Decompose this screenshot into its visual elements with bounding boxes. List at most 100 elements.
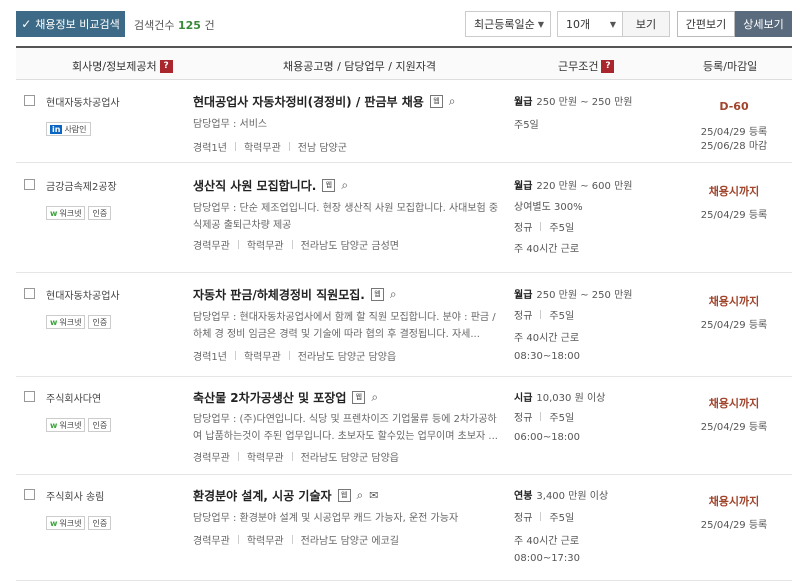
job-qualifications: 경력무관 학력무관 전라남도 담양군 금성면: [193, 237, 399, 252]
company-name[interactable]: 현대자동차공업사: [46, 287, 120, 302]
worknet-icon: w: [50, 518, 58, 528]
job-title-link[interactable]: 현대공업사 자동차정비(경정비) / 판금부 채용: [193, 93, 424, 110]
company-name[interactable]: 금강금속제2공장: [46, 178, 117, 193]
pay-amount: 10,030 원 이상: [536, 393, 606, 404]
qualification-item: 학력무관: [243, 143, 281, 154]
qualification-item: 학력무관: [243, 352, 281, 363]
web-apply-icon[interactable]: 웹: [352, 391, 366, 404]
divider: [540, 412, 542, 421]
worknet-badge[interactable]: w 워크넷: [46, 418, 86, 432]
badge-label: 인증: [92, 208, 108, 218]
qualification-item: 전라남도 담양군 담양읍: [297, 352, 397, 363]
help-icon[interactable]: ?: [159, 59, 173, 73]
job-title-link[interactable]: 환경분야 설계, 시공 기술자: [193, 487, 332, 504]
worknet-badge[interactable]: w 워크넷: [46, 206, 86, 220]
work-condition: 06:00~18:00: [514, 432, 580, 443]
condition-text: 상여별도 300%: [514, 202, 583, 213]
certified-badge[interactable]: 인증: [88, 206, 112, 220]
search-icon[interactable]: ⌕: [357, 488, 364, 503]
condition-text: 주 40시간 근로: [514, 536, 580, 547]
source-badges: w 워크넷 인증: [46, 418, 112, 432]
per-page-select[interactable]: 10개 ▼: [557, 11, 623, 37]
badge-label: 사람인: [64, 124, 87, 134]
badge-label: 인증: [92, 317, 108, 327]
badge-label: 워크넷: [59, 208, 82, 218]
condition-text: 주 40시간 근로: [514, 244, 580, 255]
source-badges: w 워크넷 인증: [46, 206, 112, 220]
company-name[interactable]: 주식회사다연: [46, 390, 101, 405]
search-icon[interactable]: ⌕: [341, 178, 348, 193]
condition-item: 주5일: [549, 513, 575, 524]
pay-amount: 250 만원 ~ 250 만원: [536, 290, 633, 301]
qualification-item: 학력무관: [246, 536, 284, 547]
certified-badge[interactable]: 인증: [88, 418, 112, 432]
qualification-item: 경력1년: [193, 352, 227, 363]
job-title-line: 축산물 2차가공생산 및 포장업 웹 ⌕: [193, 389, 378, 406]
job-title-link[interactable]: 생산직 사원 모집합니다.: [193, 177, 316, 194]
work-condition: 주 40시간 근로: [514, 329, 579, 344]
pay-type: 월급: [514, 290, 533, 301]
search-icon[interactable]: ⌕: [390, 287, 397, 302]
qualification-item: 경력1년: [193, 143, 227, 154]
row-checkbox[interactable]: [24, 179, 35, 190]
posting-date: 25/06/28 마감: [700, 141, 768, 152]
compare-search-label: 채용정보 비교검색: [35, 18, 120, 31]
web-apply-icon[interactable]: 웹: [337, 489, 351, 502]
worknet-badge[interactable]: w 워크넷: [46, 516, 86, 530]
pay-amount: 220 만원 ~ 600 만원: [536, 181, 633, 192]
job-title-line: 환경분야 설계, 시공 기술자 웹 ⌕ ✉: [193, 487, 379, 504]
condition-item: 주5일: [549, 413, 575, 424]
deadline-status: 채용시까지: [708, 185, 760, 198]
divider: [234, 351, 236, 360]
sort-select[interactable]: 최근등록일순 ▼: [465, 11, 551, 37]
web-apply-icon[interactable]: 웹: [429, 95, 443, 108]
row-checkbox[interactable]: [24, 489, 35, 500]
pay-amount: 3,400 만원 이상: [536, 491, 609, 502]
work-condition: 상여별도 300%: [514, 198, 583, 213]
job-title-line: 자동차 판금/하체경정비 직원모집. 웹 ⌕: [193, 286, 397, 303]
web-apply-icon[interactable]: 웹: [322, 179, 336, 192]
simple-view-button[interactable]: 간편보기: [677, 11, 735, 37]
mail-icon[interactable]: ✉: [369, 489, 378, 502]
certified-badge[interactable]: 인증: [88, 315, 112, 329]
detail-view-button[interactable]: 상세보기: [735, 11, 792, 37]
row-checkbox[interactable]: [24, 391, 35, 402]
work-condition: 시급 10,030 원 이상: [514, 389, 605, 404]
web-apply-icon[interactable]: 웹: [370, 288, 384, 301]
job-description: 담당업무 : 서비스: [193, 119, 268, 130]
company-name[interactable]: 주식회사 송림: [46, 488, 104, 503]
compare-search-button[interactable]: ✓ 채용정보 비교검색: [16, 11, 125, 37]
row-checkbox[interactable]: [24, 95, 35, 106]
header-deadline: 등록/마감일: [703, 60, 758, 73]
linkedin-badge[interactable]: in 사람인: [46, 122, 91, 136]
qualification-item: 경력무관: [193, 453, 230, 464]
table-row: 현대자동차공업사 w 워크넷 인증 자동차 판금/하체경정비 직원모집. 웹 ⌕ 담당업무 :…: [16, 273, 792, 377]
help-icon[interactable]: ?: [601, 59, 615, 73]
job-qualifications: 경력1년 학력무관 전남 담양군: [193, 139, 347, 154]
result-count-value: 125: [177, 19, 201, 32]
job-description: 담당업무 : 환경분야 설계 및 시공업무 캐드 가능자, 운전 가능자: [193, 513, 459, 524]
company-name[interactable]: 현대자동차공업사: [46, 94, 120, 109]
view-button[interactable]: 보기: [622, 11, 670, 37]
source-badges: in 사람인: [46, 122, 91, 136]
work-condition: 정규 주5일: [514, 307, 574, 322]
work-condition: 정규 주5일: [514, 409, 574, 424]
deadline-status: 채용시까지: [708, 397, 760, 410]
job-description: 담당업무 : 현대자동차공업사에서 함께 할 직원 모집합니다. 분야 : 판금…: [193, 312, 496, 340]
search-icon[interactable]: ⌕: [449, 94, 456, 109]
certified-badge[interactable]: 인증: [88, 516, 112, 530]
work-condition: 연봉 3,400 만원 이상: [514, 487, 608, 502]
job-qualifications: 경력1년 학력무관 전라남도 담양군 담양읍: [193, 348, 396, 363]
work-condition: 월급 220 만원 ~ 600 만원: [514, 177, 632, 192]
work-condition: 정규 주5일: [514, 509, 574, 524]
worknet-badge[interactable]: w 워크넷: [46, 315, 86, 329]
job-title-link[interactable]: 축산물 2차가공생산 및 포장업: [193, 389, 346, 406]
work-condition: 주 40시간 근로: [514, 532, 579, 547]
source-badges: w 워크넷 인증: [46, 315, 112, 329]
divider: [234, 142, 236, 151]
job-title-link[interactable]: 자동차 판금/하체경정비 직원모집.: [193, 286, 365, 303]
qualification-item: 학력무관: [246, 453, 284, 464]
search-icon[interactable]: ⌕: [371, 390, 378, 405]
work-condition: 주5일: [514, 116, 539, 131]
row-checkbox[interactable]: [24, 288, 35, 299]
